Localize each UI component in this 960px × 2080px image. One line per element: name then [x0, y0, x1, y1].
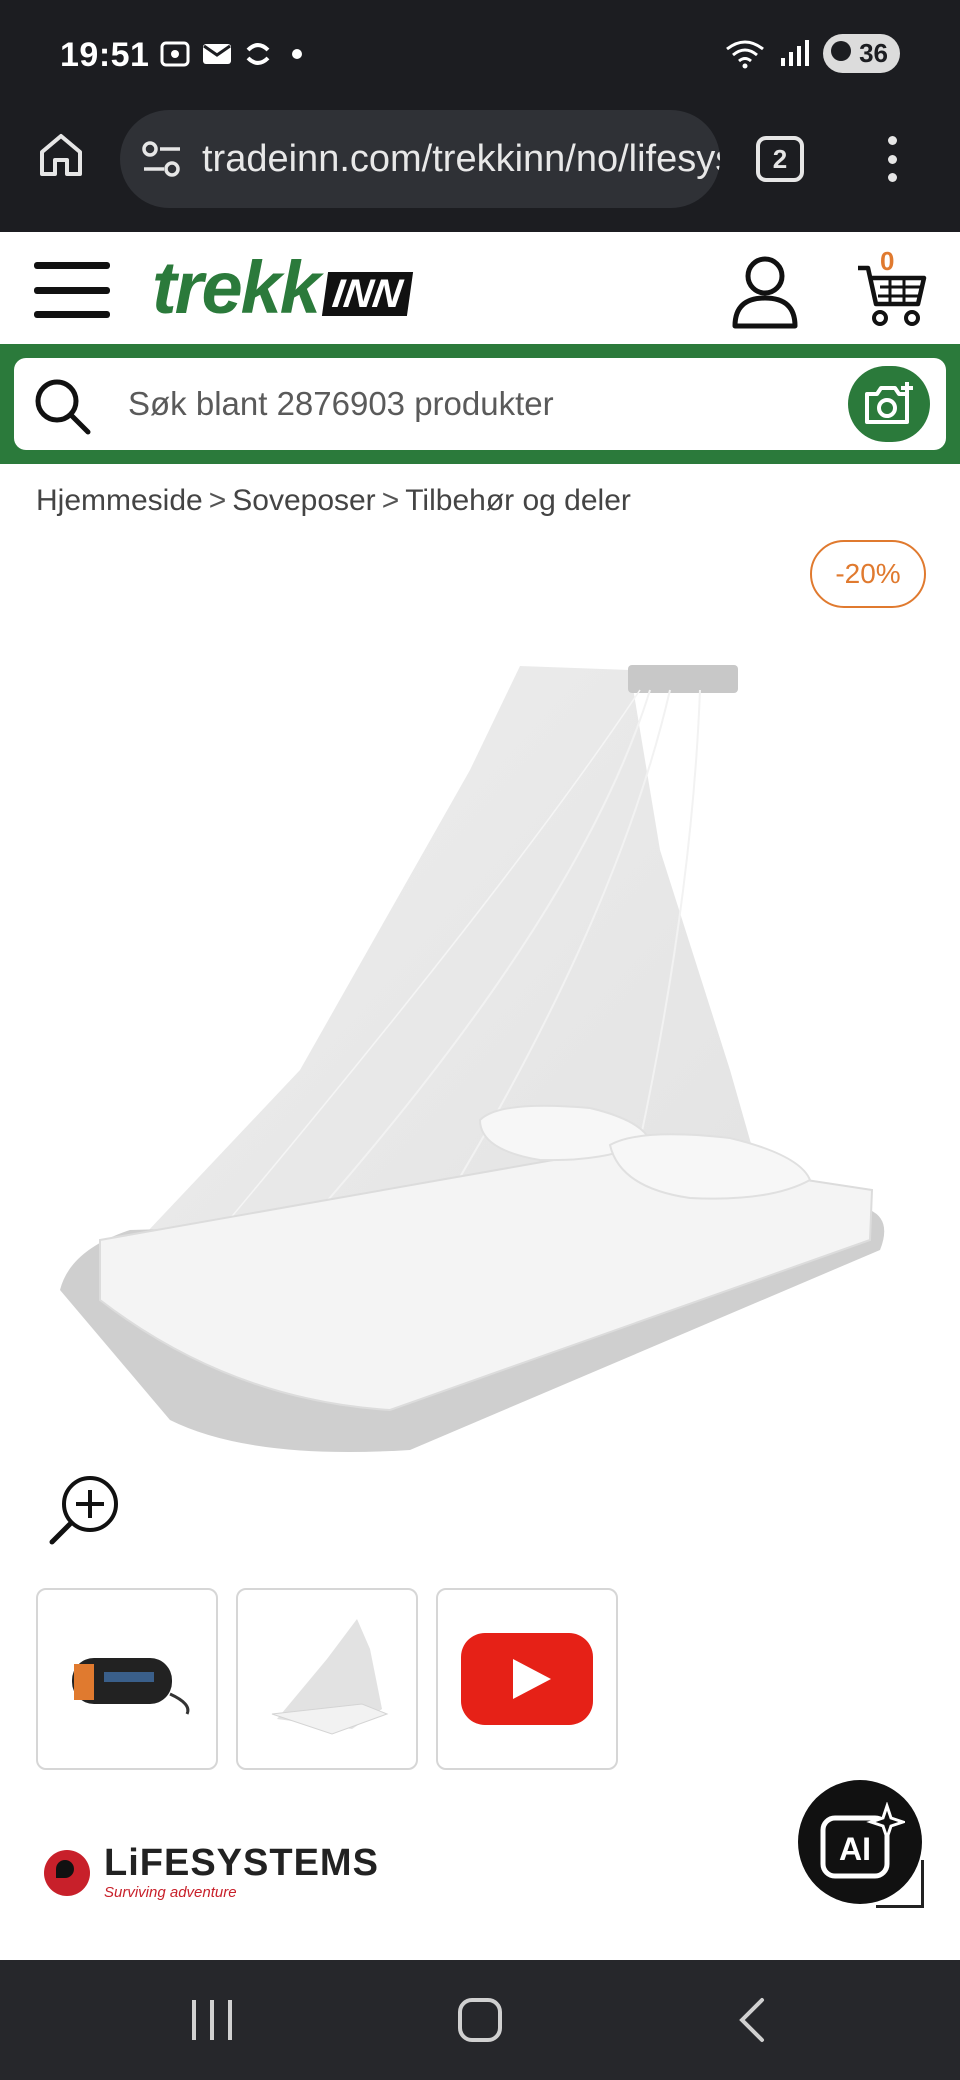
chevron-right-icon: > — [381, 484, 400, 517]
search-input[interactable] — [128, 376, 808, 432]
product-bag-image — [72, 1658, 190, 1715]
system-icons: 36 — [725, 34, 900, 73]
search-icon[interactable] — [32, 376, 92, 436]
brand-logo[interactable]: LiFESYSTEMS Surviving adventure — [44, 1844, 379, 1901]
tab-switcher-button[interactable]: 2 — [756, 136, 804, 182]
url-text: tradeinn.com/trekkinn/no/lifesystems — [202, 137, 720, 180]
breadcrumb-item-sleeping-bags[interactable]: Soveposer — [232, 484, 375, 518]
home-icon[interactable] — [36, 130, 86, 180]
browser-menu-button[interactable] — [884, 136, 900, 182]
thumbnail-video[interactable] — [436, 1588, 618, 1770]
user-account-icon[interactable] — [730, 254, 800, 330]
sync-app-icon — [246, 43, 270, 65]
site-logo[interactable]: trekk INN — [152, 246, 413, 329]
product-image[interactable] — [50, 650, 900, 1470]
image-search-button[interactable] — [848, 366, 930, 442]
search-box — [14, 358, 946, 450]
hamburger-menu-icon[interactable] — [34, 262, 110, 318]
notification-icons — [160, 40, 302, 68]
logo-main-text: trekk — [152, 246, 321, 329]
screenshot-icon — [160, 41, 190, 67]
ai-assistant-button[interactable]: AI — [798, 1780, 922, 1904]
ai-sparkle-icon: AI — [820, 1802, 905, 1879]
address-bar[interactable]: tradeinn.com/trekkinn/no/lifesystems — [120, 110, 720, 208]
battery-level: 36 — [823, 34, 900, 73]
site-header: trekk INN 0 — [0, 232, 960, 344]
brand-name: LiFESYSTEMS — [104, 1842, 379, 1884]
signal-icon — [781, 39, 810, 66]
notification-dot — [292, 49, 302, 59]
thumbnail-product-net[interactable] — [236, 1588, 418, 1770]
logo-suffix-text: INN — [321, 272, 413, 316]
camera-plus-icon — [865, 382, 913, 424]
breadcrumb: Hjemmeside > Soveposer > Tilbehør og del… — [36, 484, 631, 518]
chevron-right-icon: > — [208, 484, 227, 517]
mail-icon — [203, 44, 231, 64]
brand-tagline: Surviving adventure — [104, 1884, 237, 1901]
brand-mark-icon — [44, 1849, 90, 1896]
youtube-play-icon — [461, 1633, 593, 1725]
breadcrumb-item-home[interactable]: Hjemmeside — [36, 484, 203, 518]
recent-apps-icon[interactable] — [192, 2000, 232, 2040]
search-bar — [0, 344, 960, 464]
ai-button-label: AI — [839, 1831, 871, 1867]
browser-chrome: 19:51 36 tradeinn.com/trekkinn/no/lifesy… — [0, 0, 960, 232]
breadcrumb-item-accessories[interactable]: Tilbehør og deler — [405, 484, 631, 518]
status-time: 19:51 — [60, 36, 150, 74]
wifi-icon — [726, 40, 764, 68]
zoom-in-icon[interactable] — [48, 1472, 122, 1546]
thumbnail-product-bag[interactable] — [36, 1588, 218, 1770]
discount-badge: -20% — [810, 540, 926, 608]
product-net-image — [271, 1619, 389, 1735]
cart-count-badge: 0 — [880, 246, 895, 276]
site-settings-icon[interactable] — [140, 139, 184, 179]
system-navigation-bar — [0, 1960, 960, 2080]
back-icon[interactable] — [730, 1996, 774, 2044]
home-button-icon[interactable] — [458, 1998, 502, 2042]
